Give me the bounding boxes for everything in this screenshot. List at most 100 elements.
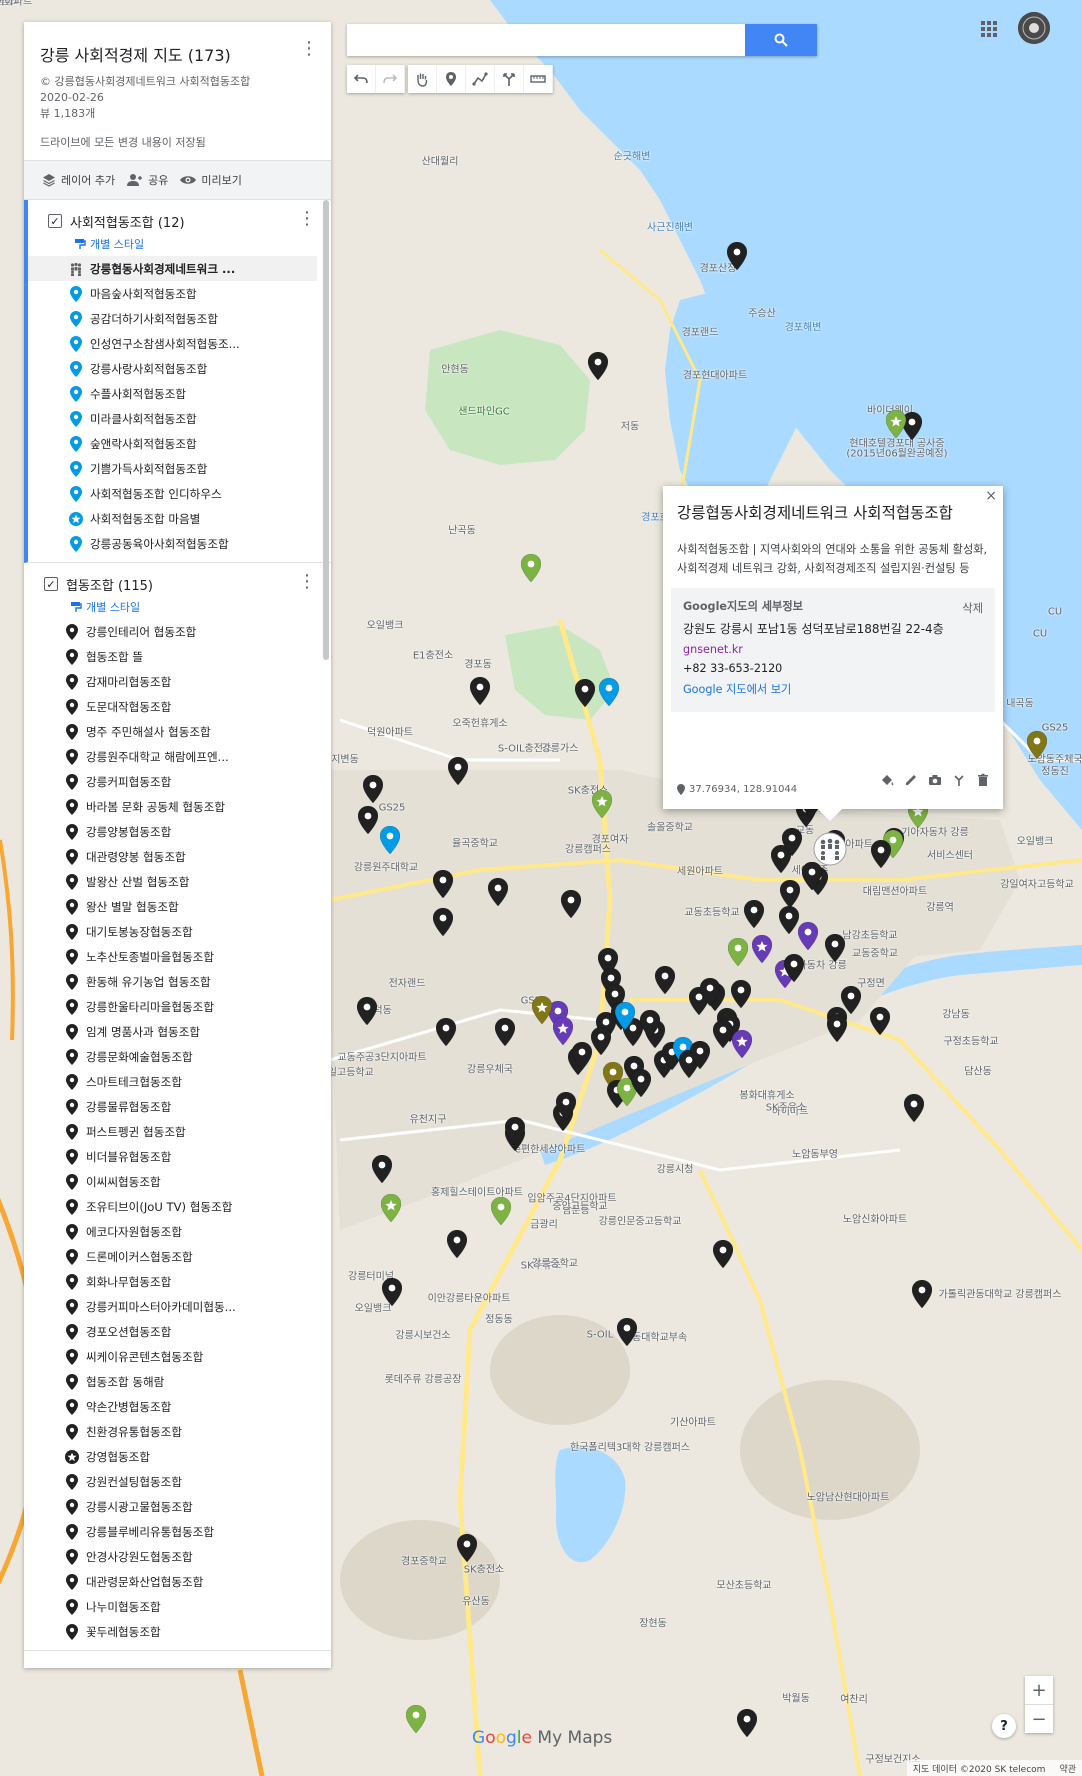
zoom-out-button[interactable]: − xyxy=(1025,1704,1053,1733)
map-marker[interactable] xyxy=(727,242,747,270)
layer-item[interactable]: 마음숲사회적협동조합 xyxy=(28,281,331,306)
apps-grid-button[interactable] xyxy=(978,18,1000,40)
map-marker[interactable] xyxy=(784,954,804,982)
map-marker[interactable] xyxy=(363,775,383,803)
layer-style-link[interactable]: 개별 스타일 xyxy=(24,595,331,619)
layer-item[interactable]: 꽃두레협동조합 xyxy=(24,1619,331,1644)
layer-item[interactable]: 협동조합 동해람 xyxy=(24,1369,331,1394)
map-marker[interactable] xyxy=(436,1018,456,1046)
layer-item[interactable]: 강릉사랑사회적협동조합 xyxy=(28,356,331,381)
layer-item[interactable]: 이씨씨협동조합 xyxy=(24,1169,331,1194)
layer-item[interactable]: 강릉커피협동조합 xyxy=(24,769,331,794)
search-input[interactable] xyxy=(347,24,745,56)
layer-item[interactable]: 강영협동조합 xyxy=(24,1444,331,1469)
map-marker[interactable] xyxy=(553,1017,573,1045)
layer-menu-button[interactable]: ⋮ xyxy=(297,210,317,230)
map-marker[interactable] xyxy=(700,978,720,1006)
layer-item[interactable]: 노추산토종벌마을협동조합 xyxy=(24,944,331,969)
map-marker[interactable] xyxy=(713,1020,733,1048)
layer-item[interactable]: 기쁨가득사회적협동조합 xyxy=(28,456,331,481)
map-marker[interactable] xyxy=(871,840,891,868)
measure-button[interactable] xyxy=(524,65,553,93)
layer-item[interactable]: 경포오션협동조합 xyxy=(24,1319,331,1344)
map-marker[interactable] xyxy=(448,757,468,785)
map-marker[interactable] xyxy=(357,997,377,1025)
map-marker[interactable] xyxy=(827,1014,847,1042)
layer-item[interactable]: 강릉인테리어 협동조합 xyxy=(24,619,331,644)
map-marker[interactable] xyxy=(592,790,612,818)
map-marker[interactable] xyxy=(640,1010,660,1038)
layer-item[interactable]: 강원컨설팅협동조합 xyxy=(24,1469,331,1494)
layer-item[interactable]: 명주 주민해설사 협동조합 xyxy=(24,719,331,744)
map-marker[interactable] xyxy=(372,1155,392,1183)
map-marker[interactable] xyxy=(556,1092,576,1120)
layer-item[interactable]: 환동해 유기농업 협동조합 xyxy=(24,969,331,994)
map-marker[interactable] xyxy=(912,1280,932,1308)
layer-item[interactable]: 친환경유통협동조합 xyxy=(24,1419,331,1444)
map-marker[interactable] xyxy=(731,980,751,1008)
layer-item[interactable]: 강릉시광고물협동조합 xyxy=(24,1494,331,1519)
help-button[interactable]: ? xyxy=(992,1714,1016,1738)
layer-item[interactable]: 도문대작협동조합 xyxy=(24,694,331,719)
layer-item[interactable]: 공감더하기사회적협동조합 xyxy=(28,306,331,331)
undo-button[interactable] xyxy=(347,65,376,93)
layer-item[interactable]: 강릉블루베리유통협동조합 xyxy=(24,1519,331,1544)
layer-visibility-checkbox[interactable]: ✓ xyxy=(44,577,58,591)
layer-item[interactable]: 강릉협동사회경제네트워크 ... xyxy=(28,256,317,281)
map-marker[interactable] xyxy=(825,934,845,962)
map-marker[interactable] xyxy=(588,352,608,380)
sidebar-scrollbar[interactable] xyxy=(323,200,329,660)
layer-item[interactable]: 협동조합 뜰 xyxy=(24,644,331,669)
search-button[interactable] xyxy=(745,24,817,56)
layer-visibility-checkbox[interactable]: ✓ xyxy=(48,214,62,228)
layer-item[interactable]: 사회적협동조합 인디하우스 xyxy=(28,481,331,506)
layer-item[interactable]: 대기토봉농장협동조합 xyxy=(24,919,331,944)
add-photo-button[interactable] xyxy=(927,772,943,788)
close-icon[interactable]: × xyxy=(985,488,997,504)
map-marker[interactable] xyxy=(599,678,619,706)
layer-header[interactable]: ✓ 사회적협동조합 (12) xyxy=(28,210,331,232)
map-marker[interactable] xyxy=(904,1094,924,1122)
layer-item[interactable]: 강릉물류협동조합 xyxy=(24,1094,331,1119)
style-paint-button[interactable] xyxy=(879,772,895,788)
map-marker[interactable] xyxy=(713,1240,733,1268)
map-marker[interactable] xyxy=(631,1069,651,1097)
map-marker[interactable] xyxy=(521,554,541,582)
view-in-google-maps-link[interactable]: Google 지도에서 보기 xyxy=(683,681,983,697)
add-marker-button[interactable] xyxy=(437,65,466,93)
map-marker[interactable] xyxy=(655,966,675,994)
layer-item[interactable]: 인성연구소참샘사회적협동조... xyxy=(28,331,331,356)
terms-link[interactable]: 약관 xyxy=(1059,1762,1076,1775)
map-marker[interactable] xyxy=(782,828,802,856)
account-avatar[interactable] xyxy=(1018,12,1050,44)
layer-item[interactable]: 임계 명품사과 협동조합 xyxy=(24,1019,331,1044)
map-marker[interactable] xyxy=(381,1194,401,1222)
layer-item[interactable]: 숲앤락사회적협동조합 xyxy=(28,431,331,456)
map-marker[interactable] xyxy=(433,908,453,936)
layer-name[interactable]: 협동조합 (115) xyxy=(66,575,153,594)
layer-item[interactable]: 강릉한울타리마을협동조합 xyxy=(24,994,331,1019)
layer-item[interactable]: 발왕산 산벌 협동조합 xyxy=(24,869,331,894)
layer-item[interactable]: 미라클사회적협동조합 xyxy=(28,406,331,431)
zoom-in-button[interactable]: + xyxy=(1025,1676,1053,1704)
layer-item[interactable]: 비더블유협동조합 xyxy=(24,1144,331,1169)
map-marker[interactable] xyxy=(433,870,453,898)
map-marker[interactable] xyxy=(382,1278,402,1306)
layer-item[interactable]: 왕산 별말 협동조합 xyxy=(24,894,331,919)
map-marker[interactable] xyxy=(495,1018,515,1046)
layer-item[interactable]: 조유티브이(JoU TV) 협동조합 xyxy=(24,1194,331,1219)
draw-line-button[interactable] xyxy=(466,65,495,93)
preview-button[interactable]: 미리보기 xyxy=(180,172,242,188)
layer-item[interactable]: 안경사강원도협동조합 xyxy=(24,1544,331,1569)
map-marker[interactable] xyxy=(505,1117,525,1145)
redo-button[interactable] xyxy=(376,65,405,93)
map-marker[interactable] xyxy=(728,938,748,966)
layer-item[interactable]: 강릉커피마스터아카데미협동... xyxy=(24,1294,331,1319)
map-marker[interactable] xyxy=(798,922,818,950)
layer-item[interactable]: 씨케이유콘텐츠협동조합 xyxy=(24,1344,331,1369)
layer-menu-button[interactable]: ⋮ xyxy=(297,573,317,593)
search-box[interactable] xyxy=(347,24,817,56)
map-marker[interactable] xyxy=(491,1197,511,1225)
layer-item[interactable]: 대관령양봉 협동조합 xyxy=(24,844,331,869)
map-marker[interactable] xyxy=(779,906,799,934)
